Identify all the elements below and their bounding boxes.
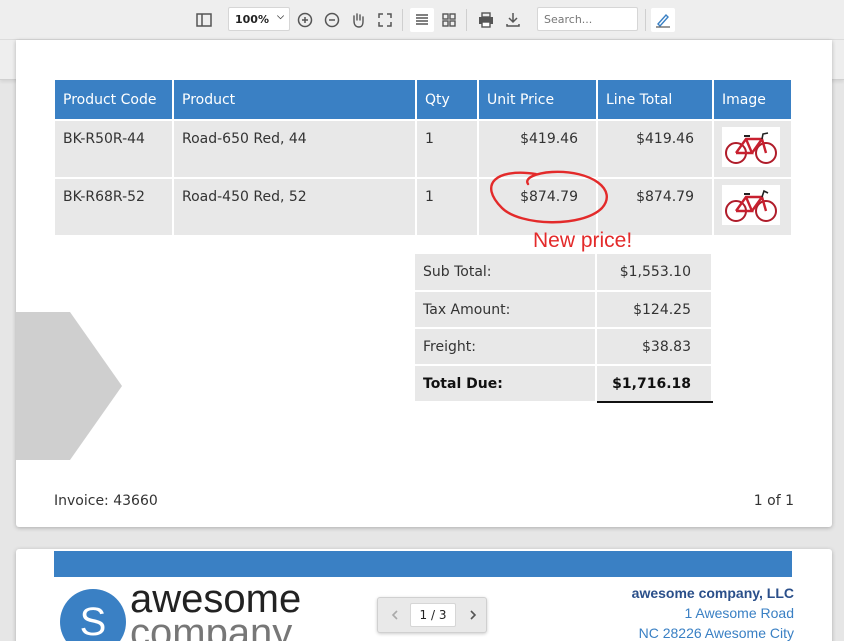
column-header: Qty xyxy=(416,80,479,120)
zoom-value: 100% xyxy=(235,12,269,26)
table-row: BK-R50R-44 Road-650 Red, 44 1 $419.46 $4… xyxy=(55,119,791,178)
next-page-button[interactable] xyxy=(462,604,484,626)
download-button[interactable] xyxy=(501,8,525,32)
document-page-1: Product Code Product Qty Unit Price Line… xyxy=(16,40,832,527)
column-header: Image xyxy=(713,80,791,120)
product-image-cell xyxy=(713,119,791,178)
toolbar-divider xyxy=(645,9,646,31)
address-line: NC 28226 Awesome City xyxy=(638,625,794,641)
totals-row: Sub Total: $1,553.10 xyxy=(415,254,713,292)
chevron-left-icon xyxy=(391,610,398,620)
zoom-out-icon xyxy=(324,12,340,28)
toolbar-divider xyxy=(402,9,403,31)
invoice-number: Invoice: 43660 xyxy=(54,493,158,509)
main-toolbar: 100% ⌵ xyxy=(0,0,844,40)
page-count: 1 of 1 xyxy=(753,493,794,509)
line-total-cell: $874.79 xyxy=(597,177,714,235)
ink-circle-annotation[interactable] xyxy=(476,162,614,234)
zoom-in-button[interactable] xyxy=(293,8,317,32)
bicycle-icon xyxy=(722,127,780,167)
decorative-arrow-shape xyxy=(16,312,122,460)
totals-value: $1,553.10 xyxy=(596,254,713,292)
zoom-out-button[interactable] xyxy=(320,8,344,32)
product-image-cell xyxy=(713,177,791,235)
totals-row: Tax Amount: $124.25 xyxy=(415,291,713,329)
search-input[interactable] xyxy=(537,7,638,31)
qty-cell: 1 xyxy=(416,177,479,235)
company-logo: S xyxy=(60,589,126,641)
single-page-view-button[interactable] xyxy=(410,8,434,32)
total-due-value: $1,716.18 xyxy=(596,364,713,403)
toolbar-divider xyxy=(466,9,467,31)
fullscreen-icon xyxy=(378,13,392,27)
download-icon xyxy=(506,13,520,27)
hand-icon xyxy=(353,13,364,28)
address-line: 1 Awesome Road xyxy=(684,605,794,621)
fullscreen-button[interactable] xyxy=(373,8,397,32)
page-navigator: 1 / 3 xyxy=(377,597,487,633)
totals-row: Freight: $38.83 xyxy=(415,328,713,366)
line-total-cell: $419.46 xyxy=(597,119,714,178)
total-due-label: Total Due: xyxy=(415,365,597,403)
product-code-cell: BK-R68R-52 xyxy=(55,177,174,235)
column-header: Product Code xyxy=(55,80,174,120)
invoice-totals-table: Sub Total: $1,553.10 Tax Amount: $124.25… xyxy=(415,254,713,403)
totals-value: $124.25 xyxy=(596,291,713,329)
text-lines-icon xyxy=(416,14,428,25)
table-header-row: Product Code Product Qty Unit Price Line… xyxy=(55,80,791,120)
zoom-select[interactable]: 100% ⌵ xyxy=(228,7,290,31)
chevron-down-icon: ⌵ xyxy=(277,12,284,22)
previous-page-button[interactable] xyxy=(384,604,406,626)
company-address: awesome company, LLC 1 Awesome Road NC 2… xyxy=(632,583,794,641)
pan-tool-button[interactable] xyxy=(346,8,370,32)
sidebar-icon xyxy=(196,13,212,27)
printer-icon xyxy=(479,12,493,28)
totals-label: Freight: xyxy=(415,328,597,366)
zoom-in-icon xyxy=(297,12,313,28)
totals-label: Sub Total: xyxy=(415,254,597,292)
grid-view-button[interactable] xyxy=(437,8,461,32)
annotation-mode-button[interactable] xyxy=(651,8,675,32)
grid-icon xyxy=(442,13,456,27)
header-bar xyxy=(54,551,792,577)
product-code-cell: BK-R50R-44 xyxy=(55,119,174,178)
page-number-input[interactable]: 1 / 3 xyxy=(410,603,456,627)
column-header: Line Total xyxy=(597,80,714,120)
table-row: BK-R68R-52 Road-450 Red, 52 1 $874.79 $8… xyxy=(55,177,791,235)
qty-cell: 1 xyxy=(416,119,479,178)
column-header: Unit Price xyxy=(478,80,598,120)
product-name-cell: Road-650 Red, 44 xyxy=(173,119,417,178)
logo-word-company: company xyxy=(130,611,293,641)
invoice-items-table: Product Code Product Qty Unit Price Line… xyxy=(55,80,791,235)
annotation-text[interactable]: New price! xyxy=(533,229,632,253)
company-name: awesome company, LLC xyxy=(631,585,794,601)
totals-value: $38.83 xyxy=(596,328,713,366)
total-due-row: Total Due: $1,716.18 xyxy=(415,364,713,403)
print-button[interactable] xyxy=(474,8,498,32)
signature-pen-icon xyxy=(656,13,670,28)
bicycle-icon xyxy=(722,185,780,225)
chevron-right-icon xyxy=(470,610,477,620)
sidebar-toggle-button[interactable] xyxy=(192,8,216,32)
column-header: Product xyxy=(173,80,417,120)
product-name-cell: Road-450 Red, 52 xyxy=(173,177,417,235)
totals-label: Tax Amount: xyxy=(415,291,597,329)
